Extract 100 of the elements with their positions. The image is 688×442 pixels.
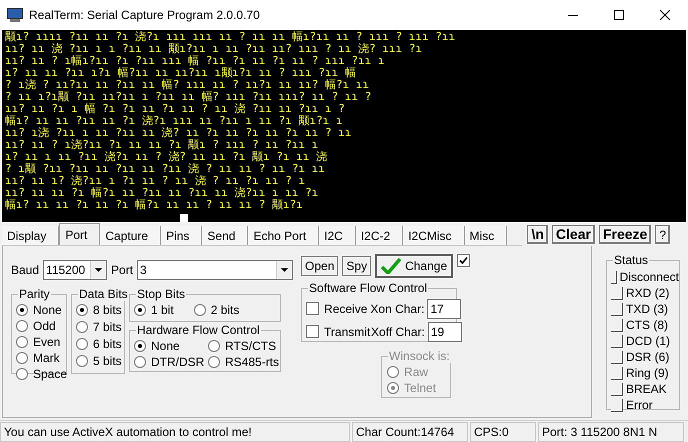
checkbox-label: Receive: [324, 300, 368, 318]
terminal-line: 颙ɿ? ɿɿɿɿ ?ɿɿ ɿɿ ?ɿ 浇?ɿ ɿɿɿ ɿɿɿ ɿɿ ? ɿɿ ɿɿ 幅ɿ?ɿɿ ɿɿ ? ɿɿɿ ? ɿɿɿ ?ɿɿ: [5, 31, 456, 43]
group-title: Software Flow Control: [308, 281, 428, 295]
radio-button[interactable]: [16, 352, 28, 364]
radio-button[interactable]: [134, 340, 146, 352]
radio-label: 6 bits: [93, 338, 122, 350]
radio-label: RS485-rts: [225, 354, 280, 371]
group-title: Data Bits: [78, 287, 129, 301]
status-bar-text: CPS:0: [470, 422, 536, 442]
radio-label: 7 bits: [93, 321, 122, 333]
tab[interactable]: Pins: [161, 226, 202, 245]
tab[interactable]: I2C: [319, 226, 356, 245]
toolbar-button[interactable]: Clear: [552, 224, 595, 244]
terminal-line: ? ɿ浇 ? ɿɿ?ɿɿ ɿɿ ?ɿɿ ɿɿ 幅? ɿɿɿ ɿɿ ? ɿɿ?ɿ ɿɿ ɿɿ? 幅?ɿ ɿɿ: [5, 79, 370, 91]
radio-button[interactable]: [16, 368, 28, 380]
terminal-line: ɿɿ? ɿɿ ?ɿ ɿ 幅 ?ɿ ?ɿ ɿɿ ?ɿ ɿɿ ? ɿɿ 浇 ?ɿɿ ɿɿ ?ɿɿ ɿ ?: [5, 103, 345, 115]
minimize-icon: [568, 14, 578, 16]
radio-button[interactable]: [208, 340, 220, 352]
radio-button[interactable]: [16, 320, 28, 332]
checkbox-label: Transmit: [324, 324, 368, 340]
radio-label: Mark: [33, 350, 60, 367]
field-label: Xoff Char:: [371, 324, 425, 340]
field-label: Xon Char:: [370, 300, 424, 318]
radio-button[interactable]: [16, 304, 28, 316]
group-title: Winsock is:: [388, 349, 451, 363]
radio-label: Space: [33, 366, 68, 383]
group-title: Stop Bits: [136, 287, 186, 301]
tab[interactable]: Port: [59, 223, 100, 245]
radio-button[interactable]: [76, 304, 88, 316]
status-bar-text: Char Count:14764: [352, 422, 468, 442]
status-label: TXD (3): [626, 301, 668, 318]
spy-button[interactable]: Spy: [342, 256, 372, 276]
group-title: Hardware Flow Control: [136, 323, 261, 337]
radio-label: None: [33, 302, 62, 319]
open-button[interactable]: Open: [301, 256, 338, 276]
radio-button[interactable]: [76, 355, 88, 367]
radio-button[interactable]: [76, 338, 88, 350]
status-label: RXD (2): [626, 285, 670, 302]
radio-label: 2 bits: [210, 302, 240, 319]
radio-label: DTR/DSR: [151, 354, 204, 371]
radio-label: RTS/CTS: [225, 338, 276, 355]
maximize-icon: [614, 10, 624, 20]
tab[interactable]: Echo Port: [248, 226, 320, 245]
tab[interactable]: Capture: [100, 226, 162, 245]
status-label: DCD (1): [626, 333, 670, 350]
toolbar-button[interactable]: \n: [527, 224, 548, 244]
toolbar-button[interactable]: Freeze: [598, 224, 652, 244]
toolbar-button[interactable]: ?: [655, 224, 670, 244]
checkmark-icon: [381, 258, 402, 274]
cursor: [180, 214, 188, 222]
change-button[interactable]: Change: [375, 254, 454, 278]
status-bar-text: Port: 3 115200 8N1 N: [538, 422, 684, 442]
baud-dropdown[interactable]: 115200: [43, 260, 108, 280]
tab[interactable]: I2CMisc: [403, 226, 465, 245]
input-field[interactable]: 17: [427, 298, 462, 318]
terminal-line: ɿɿ? ɿɿ ? ɿ幅ɿ?ɿɿ ?ɿ ?ɿɿ ɿɿɿ 幅 ?ɿɿ ?ɿ ɿɿ ?ɿ ɿɿ ? ɿɿɿ ?ɿɿ ɿ: [5, 55, 385, 67]
tab[interactable]: I2C-2: [356, 226, 404, 245]
tab[interactable]: Display: [2, 226, 60, 245]
radio-label: Raw: [404, 366, 428, 378]
tab[interactable]: Send: [202, 226, 248, 245]
terminal-line: 幅ɿ? ɿɿ ɿɿ ?ɿɿ ɿɿ ?ɿ 浇?ɿ ɿɿɿ ɿɿ ?ɿɿ ɿ ɿɿ ?ɿ 颙ɿ?ɿ ɿ: [5, 115, 343, 127]
radio-label: 5 bits: [93, 355, 122, 367]
terminal-line: ? ɿɿ ɿ?ɿ颙 ?ɿɿ ɿɿ?ɿɿ ɿ ?ɿɿ ɿɿ 幅? ɿɿɿ ?ɿɿ ɿɿɿ? ɿɿ ? ɿɿ ?: [5, 91, 372, 103]
close-icon: [660, 10, 670, 20]
terminal-line: ɿɿ? ɿɿ ɿɿ ?ɿ 幅?ɿ ɿɿ ?ɿɿ ɿɿ ?ɿɿ ɿɿ 浇?ɿɿ ɿ ɿɿ ?ɿ: [5, 187, 318, 199]
status-label: Ring (9): [626, 365, 669, 382]
input-field[interactable]: 19: [428, 322, 462, 342]
terminal-line: ɿɿ? ɿɿ ? ɿ浇?ɿɿ ?ɿ ɿɿ ɿɿ ?ɿ 颙ɿ ? ɿɿɿ ? ɿɿ ?ɿɿ ɿ: [5, 139, 318, 151]
radio-button[interactable]: [208, 356, 220, 368]
group-title: Parity: [18, 287, 51, 301]
status-label: CTS (8): [626, 317, 668, 334]
baud-label: Baud: [11, 262, 40, 279]
window-title: RealTerm: Serial Capture Program 2.0.0.70: [29, 7, 260, 24]
radio-button[interactable]: [134, 304, 146, 316]
terminal-line: ɿɿ? ɿɿ ɿ? 浇?ɿɿ ɿ ?ɿ ɿɿ ? ɿɿ 浇 ? ɿɿ ?ɿ ɿɿ ? ɿ: [5, 175, 306, 187]
radio-button[interactable]: [16, 336, 28, 348]
port-dropdown[interactable]: 3: [137, 260, 294, 280]
radio-button[interactable]: [194, 304, 206, 316]
group-title: Status: [613, 253, 650, 267]
checkbox[interactable]: [457, 254, 470, 267]
terminal-line: ɿɿ? ɿɿ 浇 ?ɿɿ ɿ ɿ ?ɿɿ ɿɿ 颙ɿ?ɿɿ ɿ ɿɿ ?ɿɿ ɿɿ? ɿɿɿ ? ɿɿ 浇? ɿɿɿ ?ɿ: [5, 43, 422, 55]
terminal-line: ɿɿ? ɿ浇 ?ɿɿ ɿ ɿɿ ?ɿɿ ɿɿ 浇? ɿɿ ?ɿ ɿɿ ?ɿ ɿɿ ?ɿ ɿɿ ? ɿɿ: [5, 127, 352, 139]
terminal-line: ɿ? ɿɿ ɿɿ ?ɿɿ ɿ?ɿ 幅?ɿɿ ɿɿ ɿɿ?ɿɿ ɿ颙ɿ?ɿ ɿɿ ? ɿɿɿ ?ɿɿ 幅: [5, 67, 356, 79]
checkbox[interactable]: [306, 325, 320, 338]
status-label: Disconnect: [620, 269, 679, 286]
checkbox[interactable]: [306, 302, 320, 315]
status-label: DSR (6): [626, 349, 670, 366]
tab[interactable]: Misc: [464, 226, 508, 245]
status-bar-text: You can use ActiveX automation to control me!: [0, 422, 350, 442]
radio-button[interactable]: [76, 321, 88, 333]
radio-label: None: [151, 338, 180, 355]
radio-label: 1 bit: [151, 302, 174, 319]
status-label: Error: [626, 397, 653, 414]
radio-label: Telnet: [404, 382, 436, 394]
radio-button[interactable]: [134, 356, 146, 368]
app-icon: [7, 8, 23, 22]
radio-label: 8 bits: [93, 304, 122, 316]
terminal-line: ɿ? ɿɿ ɿ ɿɿ ?ɿɿ 浇?ɿ ɿɿ ? 浇? ɿɿ ɿɿ ?ɿ 颙ɿ ?ɿ ɿɿ 浇: [5, 151, 328, 163]
terminal-line: 幅ɿ? ɿɿ ɿɿ ?ɿ ɿɿ ?ɿ 幅?ɿ ɿɿ ɿɿ ? ɿɿ ɿɿ ? 颙ɿ?ɿ: [5, 199, 303, 211]
status-label: BREAK: [626, 381, 667, 398]
